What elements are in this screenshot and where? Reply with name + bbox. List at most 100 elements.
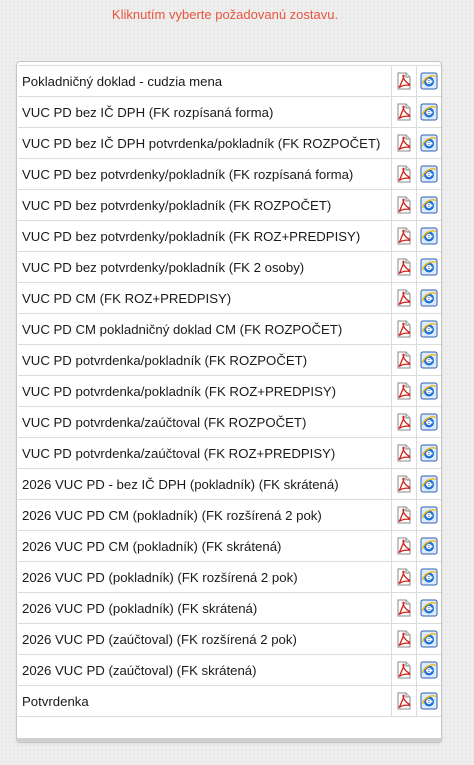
internet-explorer-icon[interactable] [420, 444, 438, 462]
pdf-cell[interactable] [391, 220, 417, 252]
internet-explorer-icon[interactable] [420, 599, 438, 617]
pdf-cell[interactable] [391, 375, 417, 407]
pdf-icon[interactable] [395, 351, 413, 369]
pdf-icon[interactable] [395, 537, 413, 555]
report-name[interactable]: VUC PD bez IČ DPH potvrdenka/pokladník (… [18, 127, 392, 159]
pdf-icon[interactable] [395, 196, 413, 214]
pdf-icon[interactable] [395, 134, 413, 152]
internet-explorer-icon[interactable] [420, 103, 438, 121]
report-name[interactable]: VUC PD CM (FK ROZ+PREDPISY) [18, 282, 392, 314]
report-name[interactable]: 2026 VUC PD (zaúčtoval) (FK rozšírená 2 … [18, 623, 392, 655]
internet-explorer-icon[interactable] [420, 227, 438, 245]
internet-explorer-icon[interactable] [420, 258, 438, 276]
pdf-cell[interactable] [391, 499, 417, 531]
report-name[interactable]: VUC PD CM pokladničný doklad CM (FK ROZP… [18, 313, 392, 345]
pdf-cell[interactable] [391, 561, 417, 593]
pdf-icon[interactable] [395, 258, 413, 276]
pdf-cell[interactable] [391, 685, 417, 717]
pdf-cell[interactable] [391, 282, 417, 314]
report-name[interactable]: VUC PD bez potvrdenky/pokladník (FK 2 os… [18, 251, 392, 283]
web-cell[interactable] [416, 530, 441, 562]
pdf-icon[interactable] [395, 692, 413, 710]
pdf-cell[interactable] [391, 623, 417, 655]
pdf-cell[interactable] [391, 127, 417, 159]
web-cell[interactable] [416, 375, 441, 407]
web-cell[interactable] [416, 468, 441, 500]
web-cell[interactable] [416, 189, 441, 221]
pdf-icon[interactable] [395, 475, 413, 493]
internet-explorer-icon[interactable] [420, 196, 438, 214]
internet-explorer-icon[interactable] [420, 289, 438, 307]
pdf-icon[interactable] [395, 320, 413, 338]
web-cell[interactable] [416, 220, 441, 252]
web-cell[interactable] [416, 685, 441, 717]
report-name[interactable]: Pokladničný doklad - cudzia mena [18, 65, 392, 97]
web-cell[interactable] [416, 65, 441, 97]
web-cell[interactable] [416, 561, 441, 593]
pdf-cell[interactable] [391, 65, 417, 97]
pdf-cell[interactable] [391, 189, 417, 221]
report-name[interactable]: 2026 VUC PD (zaúčtoval) (FK skrátená) [18, 654, 392, 686]
pdf-cell[interactable] [391, 406, 417, 438]
pdf-icon[interactable] [395, 227, 413, 245]
pdf-cell[interactable] [391, 654, 417, 686]
internet-explorer-icon[interactable] [420, 320, 438, 338]
pdf-icon[interactable] [395, 103, 413, 121]
pdf-icon[interactable] [395, 630, 413, 648]
pdf-icon[interactable] [395, 382, 413, 400]
pdf-cell[interactable] [391, 344, 417, 376]
internet-explorer-icon[interactable] [420, 506, 438, 524]
internet-explorer-icon[interactable] [420, 134, 438, 152]
pdf-cell[interactable] [391, 468, 417, 500]
pdf-cell[interactable] [391, 530, 417, 562]
report-name[interactable]: VUC PD bez potvrdenky/pokladník (FK rozp… [18, 158, 392, 190]
web-cell[interactable] [416, 344, 441, 376]
pdf-cell[interactable] [391, 96, 417, 128]
report-name[interactable]: 2026 VUC PD (pokladník) (FK skrátená) [18, 592, 392, 624]
report-name[interactable]: 2026 VUC PD CM (pokladník) (FK skrátená) [18, 530, 392, 562]
web-cell[interactable] [416, 592, 441, 624]
report-name[interactable]: 2026 VUC PD - bez IČ DPH (pokladník) (FK… [18, 468, 392, 500]
internet-explorer-icon[interactable] [420, 413, 438, 431]
pdf-cell[interactable] [391, 437, 417, 469]
pdf-cell[interactable] [391, 592, 417, 624]
web-cell[interactable] [416, 158, 441, 190]
report-name[interactable]: 2026 VUC PD CM (pokladník) (FK rozšírená… [18, 499, 392, 531]
report-name[interactable]: VUC PD potvrdenka/pokladník (FK ROZ+PRED… [18, 375, 392, 407]
internet-explorer-icon[interactable] [420, 630, 438, 648]
pdf-icon[interactable] [395, 661, 413, 679]
internet-explorer-icon[interactable] [420, 165, 438, 183]
web-cell[interactable] [416, 654, 441, 686]
web-cell[interactable] [416, 127, 441, 159]
pdf-icon[interactable] [395, 165, 413, 183]
pdf-cell[interactable] [391, 313, 417, 345]
internet-explorer-icon[interactable] [420, 72, 438, 90]
report-name[interactable]: VUC PD potvrdenka/zaúčtoval (FK ROZPOČET… [18, 406, 392, 438]
web-cell[interactable] [416, 437, 441, 469]
pdf-cell[interactable] [391, 158, 417, 190]
web-cell[interactable] [416, 251, 441, 283]
web-cell[interactable] [416, 499, 441, 531]
report-name[interactable]: VUC PD bez potvrdenky/pokladník (FK ROZ+… [18, 220, 392, 252]
internet-explorer-icon[interactable] [420, 692, 438, 710]
internet-explorer-icon[interactable] [420, 382, 438, 400]
report-name[interactable]: VUC PD bez IČ DPH (FK rozpísaná forma) [18, 96, 392, 128]
report-name[interactable]: VUC PD potvrdenka/zaúčtoval (FK ROZ+PRED… [18, 437, 392, 469]
report-name[interactable]: VUC PD potvrdenka/pokladník (FK ROZPOČET… [18, 344, 392, 376]
report-name[interactable]: Potvrdenka [18, 685, 392, 717]
web-cell[interactable] [416, 406, 441, 438]
pdf-cell[interactable] [391, 251, 417, 283]
pdf-icon[interactable] [395, 599, 413, 617]
web-cell[interactable] [416, 623, 441, 655]
pdf-icon[interactable] [395, 568, 413, 586]
internet-explorer-icon[interactable] [420, 568, 438, 586]
pdf-icon[interactable] [395, 72, 413, 90]
web-cell[interactable] [416, 282, 441, 314]
report-name[interactable]: 2026 VUC PD (pokladník) (FK rozšírená 2 … [18, 561, 392, 593]
pdf-icon[interactable] [395, 289, 413, 307]
report-name[interactable]: VUC PD bez potvrdenky/pokladník (FK ROZP… [18, 189, 392, 221]
internet-explorer-icon[interactable] [420, 661, 438, 679]
pdf-icon[interactable] [395, 413, 413, 431]
internet-explorer-icon[interactable] [420, 351, 438, 369]
internet-explorer-icon[interactable] [420, 537, 438, 555]
